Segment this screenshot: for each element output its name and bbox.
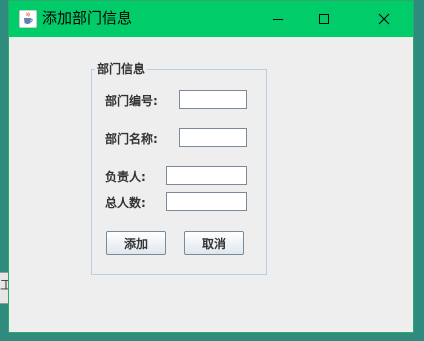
add-button[interactable]: 添加 xyxy=(106,231,166,255)
group-title: 部门信息 xyxy=(95,61,148,77)
minimize-icon xyxy=(273,19,283,20)
headcount-input[interactable] xyxy=(166,192,247,211)
maximize-button[interactable] xyxy=(301,1,347,37)
dept-name-input[interactable] xyxy=(179,128,247,147)
manager-input[interactable] xyxy=(166,166,247,185)
close-icon xyxy=(378,13,390,25)
title-bar[interactable]: 添加部门信息 xyxy=(9,1,413,37)
close-button[interactable] xyxy=(361,1,407,37)
minimize-button[interactable] xyxy=(255,1,301,37)
manager-label: 负责人: xyxy=(105,170,146,184)
headcount-label: 总人数: xyxy=(105,196,146,210)
maximize-icon xyxy=(319,14,329,24)
dept-id-label: 部门编号: xyxy=(105,94,158,108)
java-cup-icon xyxy=(19,10,37,28)
cancel-button[interactable]: 取消 xyxy=(184,231,244,255)
window-title: 添加部门信息 xyxy=(42,9,133,27)
dialog-window: 添加部门信息 部门信息 部门编号: 部门名称: 负责人: 总人数: 添加 取消 xyxy=(8,0,414,333)
dept-name-label: 部门名称: xyxy=(105,132,158,146)
dept-id-input[interactable] xyxy=(179,90,247,109)
